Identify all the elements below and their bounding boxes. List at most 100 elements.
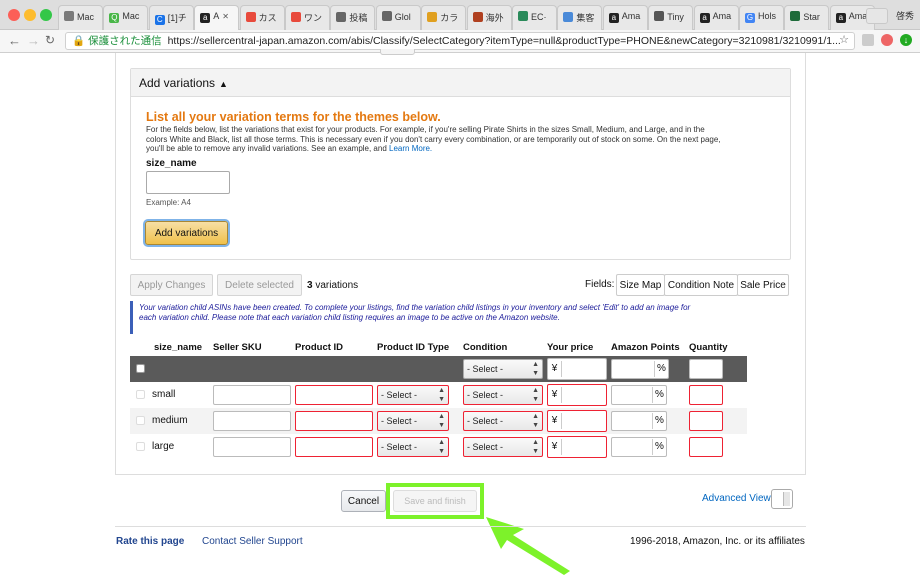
product-id-input[interactable] [295, 411, 373, 431]
tab-label: 投稿 [349, 13, 368, 23]
price-input[interactable]: ¥ [547, 410, 607, 432]
cancel-button[interactable]: Cancel [341, 490, 386, 512]
seller-sku-input[interactable] [213, 411, 291, 431]
tab-label: [1]チ [167, 13, 187, 23]
size-map-button[interactable]: Size Map [616, 274, 665, 296]
select-all-checkbox[interactable] [136, 364, 145, 374]
table-header-row: size_name Seller SKU Product ID Product … [130, 338, 747, 356]
rate-this-page-link[interactable]: Rate this page [116, 536, 184, 547]
extension-down-icon[interactable]: ↓ [900, 34, 912, 46]
row-checkbox[interactable] [136, 442, 145, 452]
tab-label: カラ [440, 13, 459, 23]
quantity-input[interactable] [689, 437, 723, 457]
add-variations-header-label: Add variations [139, 76, 216, 90]
browser-tab[interactable]: Tiny [648, 5, 694, 30]
browser-tab[interactable]: G Hols [739, 5, 784, 30]
size-name-example: Example: A4 [146, 198, 191, 207]
tab-favicon-icon [427, 12, 438, 22]
browser-tab[interactable]: Star [784, 5, 830, 30]
seller-sku-input[interactable] [213, 385, 291, 405]
browser-tab[interactable]: 海外 [466, 5, 512, 30]
apply-changes-button[interactable]: Apply Changes [130, 274, 213, 296]
row-checkbox[interactable] [136, 416, 145, 426]
reload-icon[interactable]: ↻ [45, 33, 55, 47]
browser-tab[interactable]: a A ✕ [194, 5, 240, 30]
col-product-id: Product ID [295, 341, 344, 353]
size-name-value: medium [152, 415, 188, 427]
add-variations-button[interactable]: Add variations [145, 221, 228, 245]
select-arrows-icon: ▲ ▼ [532, 413, 539, 429]
size-name-value: large [152, 441, 175, 453]
seller-sku-input[interactable] [213, 437, 291, 457]
advanced-view-toggle[interactable] [771, 489, 793, 509]
browser-tab[interactable]: 投稿 [330, 5, 376, 30]
page-content: Add variations ▲ List all your variation … [0, 49, 920, 575]
bulk-points-input[interactable]: % [611, 359, 669, 379]
select-arrows-icon: ▲ ▼ [438, 387, 445, 403]
quantity-input[interactable] [689, 385, 723, 405]
browser-tab[interactable]: カス [239, 5, 285, 30]
bulk-quantity-input[interactable] [689, 359, 723, 379]
size-name-input[interactable] [146, 171, 230, 194]
price-input[interactable]: ¥ [547, 436, 607, 458]
price-input[interactable]: ¥ [547, 384, 607, 406]
sale-price-button[interactable]: Sale Price [737, 274, 789, 296]
minimize-window-button[interactable] [24, 9, 36, 21]
condition-select[interactable]: - Select - ▲ ▼ [463, 437, 543, 457]
percent-symbol: % [654, 361, 668, 377]
bulk-price-input[interactable]: ¥ [547, 358, 607, 380]
maximize-window-button[interactable] [40, 9, 52, 21]
col-quantity: Quantity [689, 341, 728, 353]
delete-selected-button[interactable]: Delete selected [217, 274, 302, 296]
save-and-finish-button[interactable]: Save and finish [393, 490, 477, 512]
url-input[interactable]: 🔒 保護された通信 https://sellercentral-japan.amaz… [65, 32, 855, 50]
back-arrow-icon[interactable]: ← [8, 33, 21, 48]
row-checkbox[interactable] [136, 390, 145, 400]
extension-color-icon[interactable] [881, 34, 893, 46]
product-id-type-select[interactable]: - Select - ▲ ▼ [377, 437, 449, 457]
browser-tab[interactable]: ワン [285, 5, 330, 30]
forward-arrow-icon[interactable]: → [27, 33, 40, 48]
browser-tab-bar: Mac Q Mac C [1]チ a A ✕ カス ワン 投稿 Glol カラ 海外 EC· 集客 a Ama Ti… [0, 0, 920, 30]
points-input[interactable]: % [611, 437, 667, 457]
bulk-condition-select[interactable]: - Select - ▲ ▼ [463, 359, 543, 379]
browser-tab[interactable]: Glol [375, 5, 421, 30]
tab-label: 集客 [576, 13, 595, 23]
contact-seller-support-link[interactable]: Contact Seller Support [202, 536, 303, 547]
tab-label: Glol [394, 12, 411, 22]
tab-label: EC· [531, 12, 547, 22]
quantity-input[interactable] [689, 411, 723, 431]
product-id-input[interactable] [295, 437, 373, 457]
browser-tab[interactable]: Mac [58, 5, 103, 30]
browser-tab[interactable]: 集客 [557, 5, 603, 30]
add-variations-header[interactable]: Add variations ▲ [131, 69, 790, 97]
browser-tab[interactable]: a Ama [693, 5, 739, 30]
table-row: medium - Select - ▲ ▼ - Select - ▲ ▼ ¥ % [130, 408, 747, 434]
star-icon[interactable]: ☆ [838, 34, 850, 46]
browser-tab[interactable]: C [1]チ [148, 5, 194, 30]
product-id-input[interactable] [295, 385, 373, 405]
product-id-type-select[interactable]: - Select - ▲ ▼ [377, 385, 449, 405]
close-window-button[interactable] [8, 9, 20, 21]
copyright-text: 1996-2018, Amazon, Inc. or its affiliate… [630, 536, 805, 547]
browser-tab[interactable]: EC· [512, 5, 557, 30]
product-id-type-select[interactable]: - Select - ▲ ▼ [377, 411, 449, 431]
browser-tab[interactable]: a Ama [602, 5, 648, 30]
variation-terms-description: For the fields below, list the variation… [146, 125, 726, 154]
close-tab-icon[interactable]: ✕ [222, 12, 229, 21]
points-input[interactable]: % [611, 411, 667, 431]
advanced-view-label[interactable]: Advanced View [702, 493, 771, 504]
browser-tab[interactable]: Q Mac [103, 5, 149, 30]
browser-tab[interactable]: カラ [421, 5, 467, 30]
condition-select[interactable]: - Select - ▲ ▼ [463, 385, 543, 405]
profile-name[interactable]: 啓秀 [896, 9, 914, 22]
condition-note-button[interactable]: Condition Note [664, 274, 738, 296]
condition-select[interactable]: - Select - ▲ ▼ [463, 411, 543, 431]
yen-symbol: ¥ [548, 413, 562, 429]
learn-more-link[interactable]: Learn More. [389, 144, 432, 153]
new-tab-button[interactable] [866, 8, 888, 24]
tab-favicon-icon [381, 11, 392, 21]
extension-image-icon[interactable] [862, 34, 874, 46]
points-input[interactable]: % [611, 385, 667, 405]
percent-symbol: % [652, 413, 666, 429]
